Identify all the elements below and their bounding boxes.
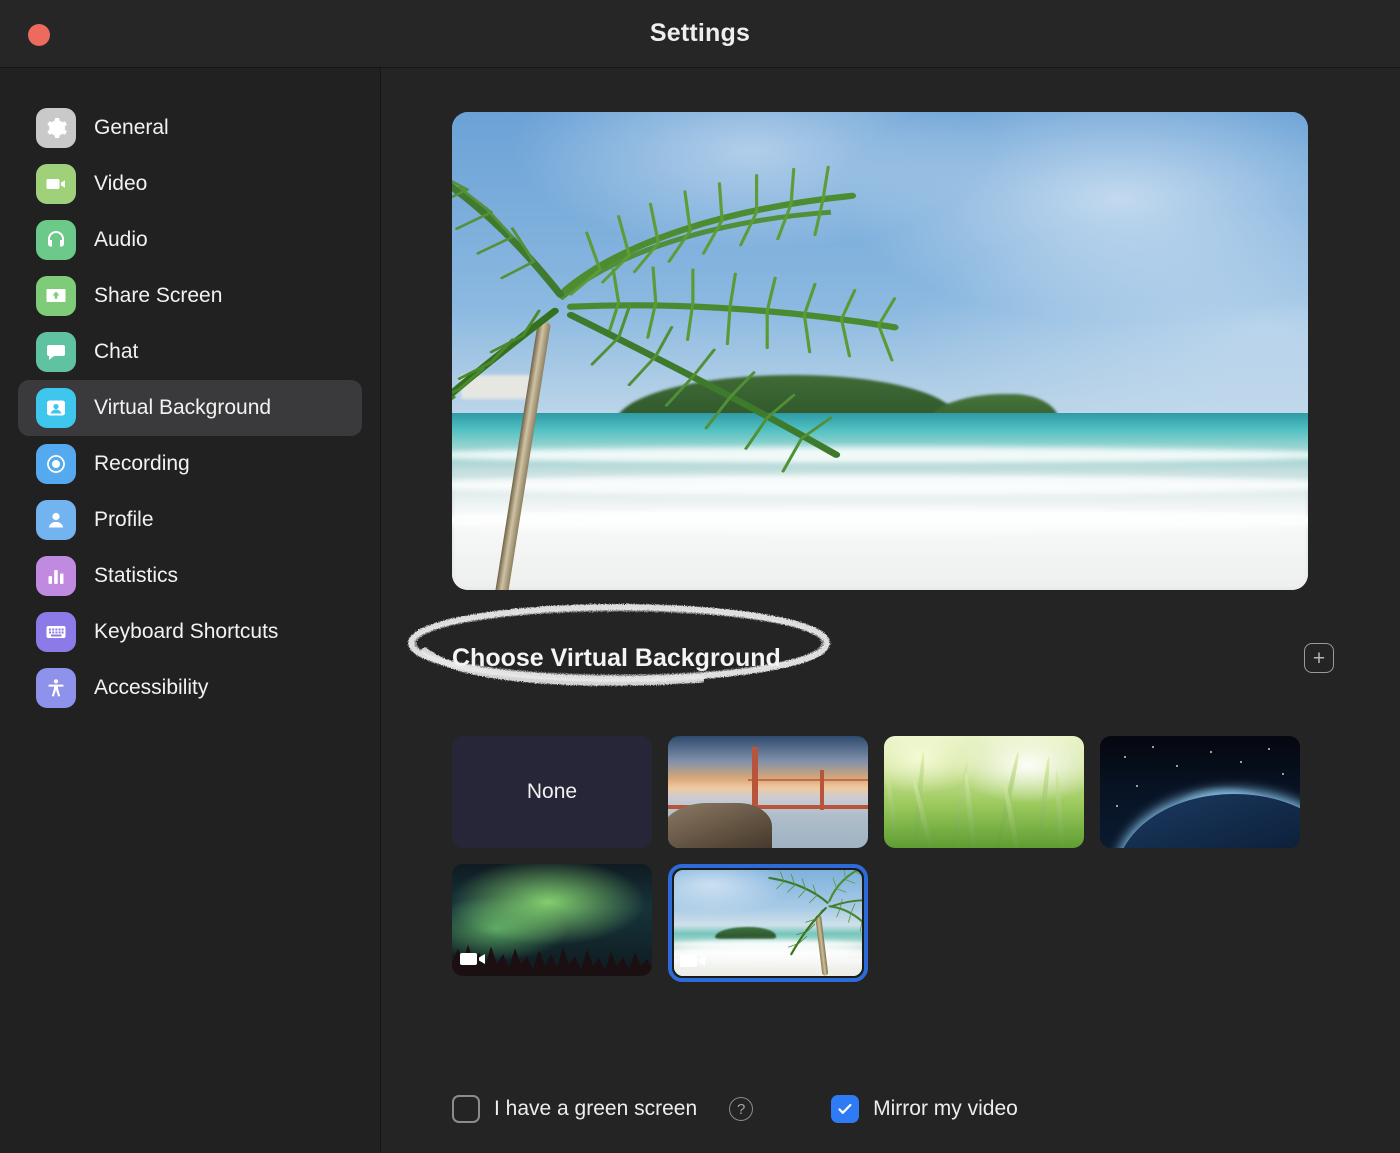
keyboard-icon [36, 612, 76, 652]
sidebar-item-label: Share Screen [94, 284, 223, 307]
video-badge-icon [680, 952, 706, 970]
sidebar-item-label: General [94, 116, 169, 139]
background-thumb-aurora-borealis[interactable] [452, 864, 652, 976]
sidebar-item-label: Accessibility [94, 676, 209, 699]
thumb-label: None [526, 780, 578, 803]
background-options: I have a green screen ? Mirror my video [381, 1095, 1400, 1123]
virtual-background-panel: Choose Virtual Background + None I have … [381, 68, 1400, 1153]
background-thumb-tropical-beach[interactable] [668, 864, 868, 982]
sidebar-item-label: Video [94, 172, 148, 195]
window-body: General Video Audio Share Screen Chat Vi… [0, 68, 1400, 1153]
settings-sidebar: General Video Audio Share Screen Chat Vi… [0, 68, 381, 1153]
mirror-video-option: Mirror my video [831, 1095, 1018, 1123]
sidebar-item-label: Profile [94, 508, 154, 531]
background-thumb-grass[interactable] [884, 736, 1084, 848]
sidebar-item-recording[interactable]: Recording [18, 436, 362, 492]
sidebar-item-keyboard-shortcuts[interactable]: Keyboard Shortcuts [18, 604, 362, 660]
sidebar-item-share-screen[interactable]: Share Screen [18, 268, 362, 324]
bar-chart-icon [36, 556, 76, 596]
sidebar-item-general[interactable]: General [18, 100, 362, 156]
add-background-button[interactable]: + [1304, 643, 1334, 673]
preview-surf [452, 465, 1308, 590]
sidebar-item-video[interactable]: Video [18, 156, 362, 212]
virtual-background-icon [36, 388, 76, 428]
close-icon[interactable] [28, 24, 50, 46]
gear-icon [36, 108, 76, 148]
sidebar-item-label: Statistics [94, 564, 179, 587]
settings-window: Settings General Video Audio Share Scree… [0, 0, 1400, 1153]
beach-palm-fronds [764, 870, 862, 959]
headphones-icon [36, 220, 76, 260]
checkmark-icon [838, 1103, 852, 1114]
earth-artwork [1100, 736, 1300, 848]
video-preview[interactable] [452, 112, 1308, 590]
record-icon [36, 444, 76, 484]
sidebar-item-virtual-background[interactable]: Virtual Background [18, 380, 362, 436]
mirror-video-checkbox[interactable] [831, 1095, 860, 1123]
background-thumbnail-grid: None [452, 736, 1324, 982]
chat-bubble-icon [36, 332, 76, 372]
green-screen-option: I have a green screen ? [452, 1095, 754, 1123]
sidebar-item-accessibility[interactable]: Accessibility [18, 660, 362, 716]
sidebar-item-profile[interactable]: Profile [18, 492, 362, 548]
share-screen-icon [36, 276, 76, 316]
background-thumb-golden-gate-bridge[interactable] [668, 736, 868, 848]
accessibility-icon [36, 668, 76, 708]
sidebar-item-audio[interactable]: Audio [18, 212, 362, 268]
page-title: Settings [649, 19, 751, 47]
mirror-video-label: Mirror my video [873, 1097, 1018, 1120]
sidebar-item-label: Chat [94, 340, 139, 363]
sidebar-item-label: Audio [94, 228, 148, 251]
video-camera-icon [36, 164, 76, 204]
green-screen-label: I have a green screen [494, 1097, 698, 1120]
sidebar-item-label: Virtual Background [94, 396, 272, 419]
video-badge-icon [460, 950, 486, 968]
green-screen-checkbox[interactable] [452, 1095, 480, 1123]
sidebar-item-label: Recording [94, 452, 190, 475]
background-thumb-none[interactable]: None [452, 736, 652, 848]
sidebar-item-label: Keyboard Shortcuts [94, 620, 279, 643]
section-heading: Choose Virtual Background [452, 643, 781, 672]
background-thumb-earth-from-space[interactable] [1100, 736, 1300, 848]
title-bar: Settings [0, 0, 1400, 68]
grass-artwork [884, 736, 1084, 848]
sidebar-item-statistics[interactable]: Statistics [18, 548, 362, 604]
sidebar-item-chat[interactable]: Chat [18, 324, 362, 380]
person-icon [36, 500, 76, 540]
help-icon[interactable]: ? [729, 1097, 754, 1121]
choose-background-row: Choose Virtual Background + [381, 604, 1400, 688]
bridge-artwork [668, 736, 868, 848]
